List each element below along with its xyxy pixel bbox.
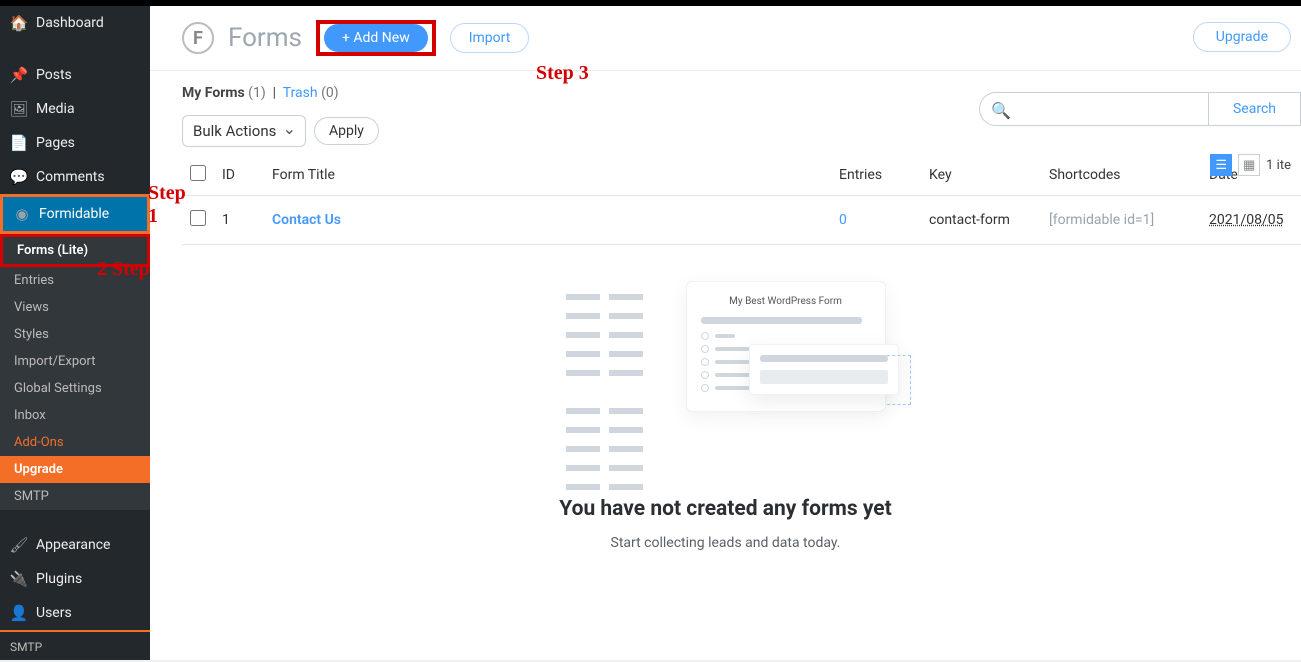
media-icon: 🖼	[10, 100, 28, 118]
empty-sub: Start collecting leads and data today.	[150, 535, 1301, 551]
appearance-icon: 🖌	[10, 536, 28, 554]
search-input[interactable]	[979, 92, 1209, 126]
page-title: Forms	[228, 23, 302, 53]
cell-shortcode: [formidable id=1]	[1041, 196, 1201, 245]
sidebar-item-dashboard[interactable]: 🏠Dashboard	[0, 6, 150, 40]
comments-icon: 💬	[10, 168, 28, 186]
col-entries[interactable]: Entries	[831, 155, 921, 196]
submenu-forms-highlight: Forms (Lite)	[0, 234, 150, 267]
posts-icon: 📌	[10, 66, 28, 84]
sidebar-item-users[interactable]: 👤Users	[0, 596, 150, 632]
search-icon: 🔍	[991, 101, 1011, 120]
cell-title-link[interactable]: Contact Us	[272, 212, 341, 228]
submenu-views[interactable]: Views	[0, 294, 150, 321]
table-row: 1 Contact Us 0 contact-form [formidable …	[182, 196, 1301, 245]
plugins-icon: 🔌	[10, 570, 28, 588]
view-options: ☰ ▦ 1 ite	[1210, 154, 1291, 176]
cell-id: 1	[214, 196, 264, 245]
item-count: 1 ite	[1266, 158, 1291, 173]
sidebar-item-plugins[interactable]: 🔌Plugins	[0, 562, 150, 596]
submenu-global-settings[interactable]: Global Settings	[0, 375, 150, 402]
submenu-entries[interactable]: Entries	[0, 267, 150, 294]
empty-illustration: My Best WordPress Form	[566, 281, 886, 471]
submenu-smtp[interactable]: SMTP	[0, 483, 150, 510]
formidable-logo-icon: F	[182, 22, 214, 54]
search-bar: 🔍 Search	[979, 92, 1301, 126]
col-key[interactable]: Key	[921, 155, 1041, 196]
bulk-actions-select[interactable]: Bulk Actions	[182, 115, 306, 147]
cell-entries-link[interactable]: 0	[839, 212, 847, 228]
upgrade-button[interactable]: Upgrade	[1193, 22, 1291, 52]
cell-date: 2021/08/05	[1209, 212, 1284, 228]
add-new-highlight: + Add New	[316, 20, 436, 56]
tab-trash[interactable]: Trash	[283, 85, 318, 101]
empty-state: My Best WordPress Form You have not crea…	[150, 245, 1301, 551]
col-title[interactable]: Form Title	[264, 155, 831, 196]
formidable-icon: ◉	[13, 205, 31, 223]
view-grid-icon[interactable]: ▦	[1238, 154, 1260, 176]
submenu-upgrade[interactable]: Upgrade	[0, 456, 150, 483]
main-content: F Forms + Add New Import Upgrade Step 3 …	[150, 6, 1301, 660]
sidebar-item-posts[interactable]: 📌Posts	[0, 58, 150, 92]
empty-heading: You have not created any forms yet	[150, 497, 1301, 521]
add-new-button[interactable]: + Add New	[324, 24, 428, 52]
forms-table: ID Form Title Entries Key Shortcodes Dat…	[182, 155, 1301, 245]
dashboard-icon: 🏠	[10, 14, 28, 32]
row-checkbox[interactable]	[190, 210, 206, 226]
submenu-addons[interactable]: Add-Ons	[0, 429, 150, 456]
col-shortcodes[interactable]: Shortcodes	[1041, 155, 1201, 196]
page-header: F Forms + Add New Import Upgrade	[150, 6, 1301, 71]
apply-button[interactable]: Apply	[314, 117, 379, 145]
pages-icon: 📄	[10, 134, 28, 152]
sidebar-item-pages[interactable]: 📄Pages	[0, 126, 150, 160]
import-button[interactable]: Import	[450, 23, 530, 53]
sidebar-item-appearance[interactable]: 🖌Appearance	[0, 528, 150, 562]
select-all-checkbox[interactable]	[190, 165, 206, 181]
table-header-row: ID Form Title Entries Key Shortcodes Dat…	[182, 155, 1301, 196]
submenu-inbox[interactable]: Inbox	[0, 402, 150, 429]
admin-sidebar: 🏠Dashboard 📌Posts 🖼Media 📄Pages 💬Comment…	[0, 6, 150, 660]
illus-title: My Best WordPress Form	[701, 296, 871, 307]
view-list-icon[interactable]: ☰	[1210, 154, 1232, 176]
cell-key: contact-form	[921, 196, 1041, 245]
sidebar-item-formidable-highlight: ◉Formidable	[0, 194, 150, 234]
submenu-forms[interactable]: Forms (Lite)	[3, 237, 147, 264]
sidebar-submenu: Forms (Lite) Entries Views Styles Import…	[0, 234, 150, 510]
sidebar-item-comments[interactable]: 💬Comments	[0, 160, 150, 194]
sidebar-item-media[interactable]: 🖼Media	[0, 92, 150, 126]
trash-count: (0)	[321, 85, 339, 101]
tab-myforms[interactable]: My Forms	[182, 85, 245, 101]
search-button[interactable]: Search	[1209, 92, 1301, 126]
col-id[interactable]: ID	[214, 155, 264, 196]
submenu-import-export[interactable]: Import/Export	[0, 348, 150, 375]
users-icon: 👤	[10, 604, 28, 622]
sidebar-item-smtp[interactable]: SMTP	[0, 632, 150, 662]
sidebar-item-formidable[interactable]: ◉Formidable	[3, 197, 147, 231]
myforms-count: (1)	[248, 85, 266, 101]
submenu-styles[interactable]: Styles	[0, 321, 150, 348]
